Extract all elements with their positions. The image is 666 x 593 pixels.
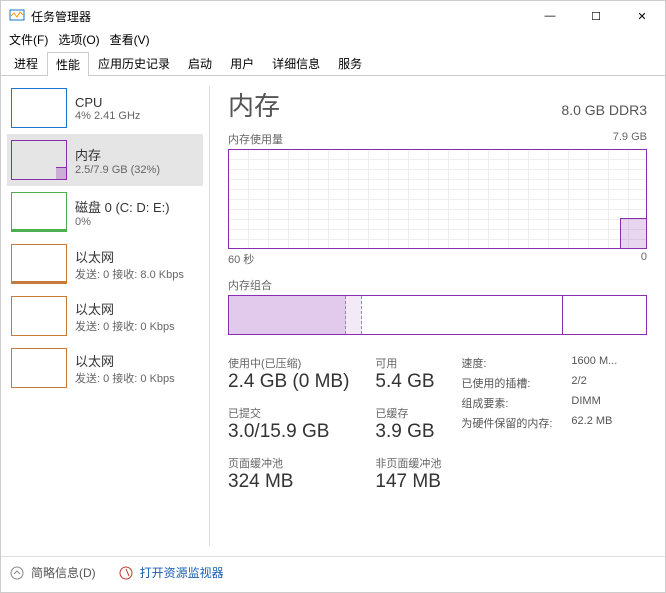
chart-axis-left: 60 秒 (228, 251, 254, 267)
speed-value: 1600 M... (571, 355, 617, 371)
detail-capacity: 8.0 GB DDR3 (561, 102, 647, 118)
comp-free (563, 296, 646, 334)
speed-label: 速度: (461, 355, 571, 371)
sidebar-eth3-sub: 发送: 0 接收: 0 Kbps (75, 370, 199, 386)
sidebar-disk-name: 磁盘 0 (C: D: E:) (75, 197, 199, 216)
resmon-icon (118, 565, 134, 581)
sidebar-eth1-name: 以太网 (75, 247, 199, 266)
menu-file[interactable]: 文件(F) (9, 31, 48, 51)
usage-chart-max: 7.9 GB (613, 131, 647, 147)
sidebar-item-ethernet-3[interactable]: 以太网 发送: 0 接收: 0 Kbps (7, 342, 203, 394)
commit-value: 3.0/15.9 GB (228, 421, 349, 443)
avail-value: 5.4 GB (375, 371, 441, 393)
menubar: 文件(F) 选项(O) 查看(V) (1, 31, 665, 51)
chevron-up-icon[interactable] (9, 565, 25, 581)
close-button[interactable]: ✕ (619, 1, 665, 31)
avail-label: 可用 (375, 355, 441, 371)
sidebar-eth2-sub: 发送: 0 接收: 0 Kbps (75, 318, 199, 334)
sidebar-eth3-name: 以太网 (75, 351, 199, 370)
app-icon (9, 8, 25, 24)
sidebar-item-memory[interactable]: 内存 2.5/7.9 GB (32%) (7, 134, 203, 186)
tab-performance[interactable]: 性能 (47, 52, 89, 76)
menu-view[interactable]: 查看(V) (110, 31, 150, 51)
ethernet-thumbnail (11, 296, 67, 336)
sidebar-mem-sub: 2.5/7.9 GB (32%) (75, 164, 199, 176)
tab-details[interactable]: 详细信息 (263, 51, 329, 75)
chart-axis-right: 0 (641, 251, 647, 267)
tab-users[interactable]: 用户 (221, 51, 263, 75)
comp-inuse (229, 296, 346, 334)
window-title: 任务管理器 (31, 8, 527, 25)
composition-label: 内存组合 (228, 277, 272, 293)
nonpaged-label: 非页面缓冲池 (375, 455, 441, 471)
sidebar-cpu-name: CPU (75, 95, 199, 110)
sidebar-item-ethernet-2[interactable]: 以太网 发送: 0 接收: 0 Kbps (7, 290, 203, 342)
menu-options[interactable]: 选项(O) (58, 31, 99, 51)
sidebar-cpu-sub: 4% 2.41 GHz (75, 110, 199, 122)
footer: 简略信息(D) 打开资源监视器 (1, 556, 665, 588)
comp-standby (362, 296, 562, 334)
maximize-button[interactable]: ☐ (573, 1, 619, 31)
sidebar-item-disk[interactable]: 磁盘 0 (C: D: E:) 0% (7, 186, 203, 238)
slots-label: 已使用的插槽: (461, 375, 571, 391)
form-label: 组成要素: (461, 395, 571, 411)
sidebar-disk-sub: 0% (75, 216, 199, 228)
tab-services[interactable]: 服务 (329, 51, 371, 75)
reserved-label: 为硬件保留的内存: (461, 415, 571, 431)
cached-label: 已缓存 (375, 405, 441, 421)
sidebar-mem-name: 内存 (75, 145, 199, 164)
commit-label: 已提交 (228, 405, 349, 421)
minimize-button[interactable]: — (527, 1, 573, 31)
ethernet-thumbnail (11, 244, 67, 284)
form-value: DIMM (571, 395, 600, 411)
titlebar: 任务管理器 — ☐ ✕ (1, 1, 665, 31)
usage-chart-label: 内存使用量 (228, 131, 283, 147)
paged-label: 页面缓冲池 (228, 455, 349, 471)
comp-modified (346, 296, 363, 334)
slots-value: 2/2 (571, 375, 586, 391)
ethernet-thumbnail (11, 348, 67, 388)
sidebar-eth2-name: 以太网 (75, 299, 199, 318)
tab-startup[interactable]: 启动 (179, 51, 221, 75)
cpu-thumbnail (11, 88, 67, 128)
memory-composition-bar[interactable] (228, 295, 647, 335)
sidebar-item-cpu[interactable]: CPU 4% 2.41 GHz (7, 82, 203, 134)
fewer-details-link[interactable]: 简略信息(D) (31, 564, 96, 581)
sidebar-item-ethernet-1[interactable]: 以太网 发送: 0 接收: 8.0 Kbps (7, 238, 203, 290)
tab-history[interactable]: 应用历史记录 (89, 51, 179, 75)
sidebar: CPU 4% 2.41 GHz 内存 2.5/7.9 GB (32%) 磁盘 0… (1, 76, 209, 556)
nonpaged-value: 147 MB (375, 471, 441, 493)
reserved-value: 62.2 MB (571, 415, 612, 431)
tabbar: 进程 性能 应用历史记录 启动 用户 详细信息 服务 (1, 51, 665, 76)
inuse-value: 2.4 GB (0 MB) (228, 371, 349, 393)
memory-usage-chart[interactable] (228, 149, 647, 249)
disk-thumbnail (11, 192, 67, 232)
sidebar-eth1-sub: 发送: 0 接收: 8.0 Kbps (75, 266, 199, 282)
memory-thumbnail (11, 140, 67, 180)
paged-value: 324 MB (228, 471, 349, 493)
cached-value: 3.9 GB (375, 421, 441, 443)
tab-processes[interactable]: 进程 (5, 51, 47, 75)
specs-list: 速度:1600 M... 已使用的插槽:2/2 组成要素:DIMM 为硬件保留的… (461, 355, 617, 493)
stats-grid: 使用中(已压缩) 2.4 GB (0 MB) 可用 5.4 GB 已提交 3.0… (228, 355, 441, 493)
open-resmon-link[interactable]: 打开资源监视器 (140, 564, 224, 581)
content-area: CPU 4% 2.41 GHz 内存 2.5/7.9 GB (32%) 磁盘 0… (1, 76, 665, 556)
detail-panel: 内存 8.0 GB DDR3 内存使用量 7.9 GB 60 秒 0 内存组合 … (210, 76, 665, 556)
detail-title: 内存 (228, 86, 280, 123)
inuse-label: 使用中(已压缩) (228, 355, 349, 371)
